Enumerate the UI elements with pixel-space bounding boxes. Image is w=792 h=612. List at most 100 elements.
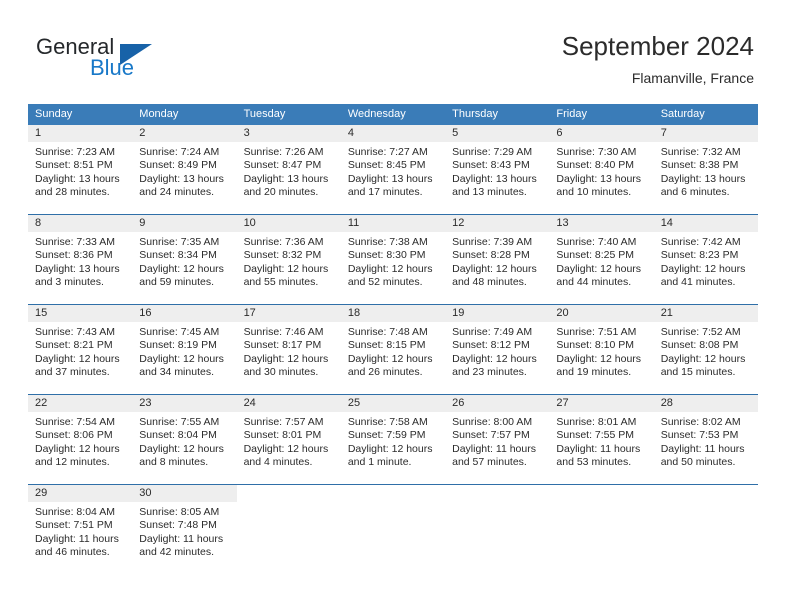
calendar-day-cell[interactable]: 10 Sunrise: 7:36 AM Sunset: 8:32 PM Dayligh… — [236, 215, 341, 304]
daylight-duration-line2: and 46 minutes. — [35, 545, 110, 558]
calendar-day-cell[interactable]: 3 Sunrise: 7:26 AM Sunset: 8:47 PM Daylight… — [236, 125, 341, 214]
calendar-day-cell[interactable]: 4 Sunrise: 7:27 AM Sunset: 8:45 PM Daylight… — [340, 125, 446, 214]
day-number-band: 13 — [549, 215, 654, 232]
day-number: 10 — [243, 217, 256, 229]
calendar-day-cell[interactable]: 9 Sunrise: 7:35 AM Sunset: 8:34 PM Daylight… — [132, 215, 237, 304]
daylight-duration-line1: Daylight: 11 hours — [556, 442, 641, 455]
daylight-duration-line2: and 48 minutes. — [452, 275, 527, 288]
calendar-day-cell[interactable]: 14 Sunrise: 7:42 AM Sunset: 8:23 PM Dayligh… — [653, 215, 758, 304]
general-blue-logo: General Blue — [36, 34, 216, 86]
daylight-duration-line2: and 52 minutes. — [347, 275, 423, 288]
calendar-day-cell[interactable]: 27 Sunrise: 8:01 AM Sunset: 7:55 PM Dayligh… — [549, 395, 654, 484]
daylight-duration-line2: and 19 minutes. — [556, 365, 632, 378]
daylight-duration-line1: Daylight: 12 hours — [243, 262, 329, 275]
daylight-duration-line1: Daylight: 12 hours — [660, 352, 746, 365]
calendar-day-cell[interactable]: 30 Sunrise: 8:05 AM Sunset: 7:48 PM Dayligh… — [132, 485, 237, 574]
day-details: Sunrise: 7:51 AM Sunset: 8:10 PM Daylight:… — [549, 322, 653, 379]
day-number: 9 — [139, 217, 146, 229]
day-number-band: 14 — [653, 215, 758, 232]
day-number: 13 — [556, 217, 569, 229]
calendar-week-row: 15 Sunrise: 7:43 AM Sunset: 8:21 PM Dayligh… — [28, 304, 758, 394]
calendar-week-row: 8 Sunrise: 7:33 AM Sunset: 8:36 PM Daylight… — [28, 214, 758, 304]
day-number-band: 24 — [236, 395, 341, 412]
sunrise-time: Sunrise: 7:43 AM — [35, 326, 115, 338]
day-number-band: 15 — [28, 305, 133, 322]
calendar-day-cell[interactable]: 13 Sunrise: 7:40 AM Sunset: 8:25 PM Dayligh… — [549, 215, 654, 304]
daylight-duration-line2: and 28 minutes. — [35, 185, 110, 198]
calendar-day-cell[interactable]: 28 Sunrise: 8:02 AM Sunset: 7:53 PM Dayligh… — [653, 395, 758, 484]
calendar-page: General Blue September 2024 Flamanville,… — [0, 0, 792, 612]
calendar-day-cell[interactable]: 2 Sunrise: 7:24 AM Sunset: 8:49 PM Daylight… — [132, 125, 237, 214]
day-details: Sunrise: 7:32 AM Sunset: 8:38 PM Daylight:… — [654, 142, 758, 199]
calendar-day-cell[interactable]: 26 Sunrise: 8:00 AM Sunset: 7:57 PM Dayligh… — [445, 395, 550, 484]
sunrise-time: Sunrise: 7:52 AM — [660, 326, 741, 338]
calendar-week-cells: 8 Sunrise: 7:33 AM Sunset: 8:36 PM Daylight… — [28, 215, 758, 304]
sunrise-time: Sunrise: 7:58 AM — [347, 416, 428, 428]
calendar-day-cell[interactable]: 25 Sunrise: 7:58 AM Sunset: 7:59 PM Dayligh… — [340, 395, 446, 484]
calendar-day-cell-empty — [341, 485, 445, 574]
sunset-time: Sunset: 8:01 PM — [243, 429, 322, 442]
daylight-duration-line1: Daylight: 13 hours — [347, 172, 433, 185]
day-number: 11 — [347, 217, 360, 229]
calendar-day-cell[interactable]: 18 Sunrise: 7:48 AM Sunset: 8:15 PM Dayligh… — [340, 305, 446, 394]
daylight-duration-line1: Daylight: 12 hours — [347, 352, 433, 365]
calendar-day-cell[interactable]: 11 Sunrise: 7:38 AM Sunset: 8:30 PM Dayligh… — [340, 215, 446, 304]
day-number: 4 — [347, 127, 354, 139]
calendar-day-cell[interactable]: 16 Sunrise: 7:45 AM Sunset: 8:19 PM Dayligh… — [132, 305, 237, 394]
calendar-day-cell[interactable]: 12 Sunrise: 7:39 AM Sunset: 8:28 PM Dayligh… — [445, 215, 550, 304]
day-details: Sunrise: 7:55 AM Sunset: 8:04 PM Daylight:… — [132, 412, 236, 469]
day-number-band: 21 — [653, 305, 758, 322]
daylight-duration-line1: Daylight: 12 hours — [139, 352, 224, 365]
day-number-band — [654, 485, 758, 502]
daylight-duration-line2: and 57 minutes. — [452, 455, 527, 468]
calendar-day-cell[interactable]: 5 Sunrise: 7:29 AM Sunset: 8:43 PM Daylight… — [445, 125, 550, 214]
daylight-duration-line2: and 53 minutes. — [556, 455, 632, 468]
daylight-duration-line1: Daylight: 13 hours — [35, 262, 120, 275]
daylight-duration-line2: and 13 minutes. — [452, 185, 527, 198]
day-number: 21 — [660, 307, 673, 319]
daylight-duration-line1: Daylight: 12 hours — [243, 352, 329, 365]
daylight-duration-line2: and 59 minutes. — [139, 275, 214, 288]
calendar-day-cell[interactable]: 7 Sunrise: 7:32 AM Sunset: 8:38 PM Daylight… — [653, 125, 758, 214]
calendar-day-cell[interactable]: 1 Sunrise: 7:23 AM Sunset: 8:51 PM Daylight… — [28, 125, 133, 214]
daylight-duration-line1: Daylight: 12 hours — [347, 442, 433, 455]
day-details: Sunrise: 7:40 AM Sunset: 8:25 PM Daylight:… — [549, 232, 653, 289]
day-number: 25 — [347, 397, 361, 409]
day-number-band: 28 — [653, 395, 758, 412]
calendar-day-cell[interactable]: 17 Sunrise: 7:46 AM Sunset: 8:17 PM Dayligh… — [236, 305, 341, 394]
daylight-duration-line1: Daylight: 13 hours — [556, 172, 642, 185]
day-number-band: 3 — [236, 125, 341, 142]
calendar-day-cell[interactable]: 6 Sunrise: 7:30 AM Sunset: 8:40 PM Daylight… — [549, 125, 654, 214]
calendar-week-row: 1 Sunrise: 7:23 AM Sunset: 8:51 PM Daylight… — [28, 125, 758, 214]
sunset-time: Sunset: 7:59 PM — [347, 429, 426, 442]
daylight-duration-line1: Daylight: 13 hours — [452, 172, 537, 185]
calendar-day-cell[interactable]: 23 Sunrise: 7:55 AM Sunset: 8:04 PM Dayligh… — [132, 395, 237, 484]
calendar-day-cell[interactable]: 21 Sunrise: 7:52 AM Sunset: 8:08 PM Dayligh… — [653, 305, 758, 394]
day-number-band: 23 — [132, 395, 237, 412]
calendar-day-cell[interactable]: 15 Sunrise: 7:43 AM Sunset: 8:21 PM Dayligh… — [28, 305, 133, 394]
day-number: 23 — [139, 397, 152, 409]
day-number-band: 17 — [236, 305, 341, 322]
logo-text-blue: Blue — [90, 55, 135, 80]
calendar-day-cell[interactable]: 19 Sunrise: 7:49 AM Sunset: 8:12 PM Dayligh… — [445, 305, 550, 394]
day-details: Sunrise: 7:42 AM Sunset: 8:23 PM Daylight:… — [654, 232, 758, 289]
day-number: 15 — [35, 307, 48, 319]
sunset-time: Sunset: 8:28 PM — [452, 249, 530, 262]
day-details: Sunrise: 7:38 AM Sunset: 8:30 PM Daylight:… — [341, 232, 445, 289]
day-number: 8 — [35, 217, 42, 229]
calendar-day-cell[interactable]: 22 Sunrise: 7:54 AM Sunset: 8:06 PM Dayligh… — [28, 395, 133, 484]
day-number-band — [341, 485, 445, 502]
daylight-duration-line2: and 24 minutes. — [139, 185, 214, 198]
weekday-header-sunday: Sunday — [35, 108, 73, 120]
calendar-day-cell[interactable]: 29 Sunrise: 8:04 AM Sunset: 7:51 PM Dayligh… — [28, 485, 133, 574]
day-number: 28 — [660, 397, 673, 409]
day-number-band: 26 — [445, 395, 550, 412]
calendar-day-cell[interactable]: 24 Sunrise: 7:57 AM Sunset: 8:01 PM Dayligh… — [236, 395, 341, 484]
calendar-day-cell[interactable]: 8 Sunrise: 7:33 AM Sunset: 8:36 PM Daylight… — [28, 215, 133, 304]
daylight-duration-line1: Daylight: 12 hours — [347, 262, 433, 275]
day-number-band: 9 — [132, 215, 237, 232]
calendar-day-cell[interactable]: 20 Sunrise: 7:51 AM Sunset: 8:10 PM Dayligh… — [549, 305, 654, 394]
calendar-week-row: 22 Sunrise: 7:54 AM Sunset: 8:06 PM Dayligh… — [28, 394, 758, 484]
day-number: 2 — [139, 127, 146, 139]
day-number-band: 18 — [340, 305, 446, 322]
